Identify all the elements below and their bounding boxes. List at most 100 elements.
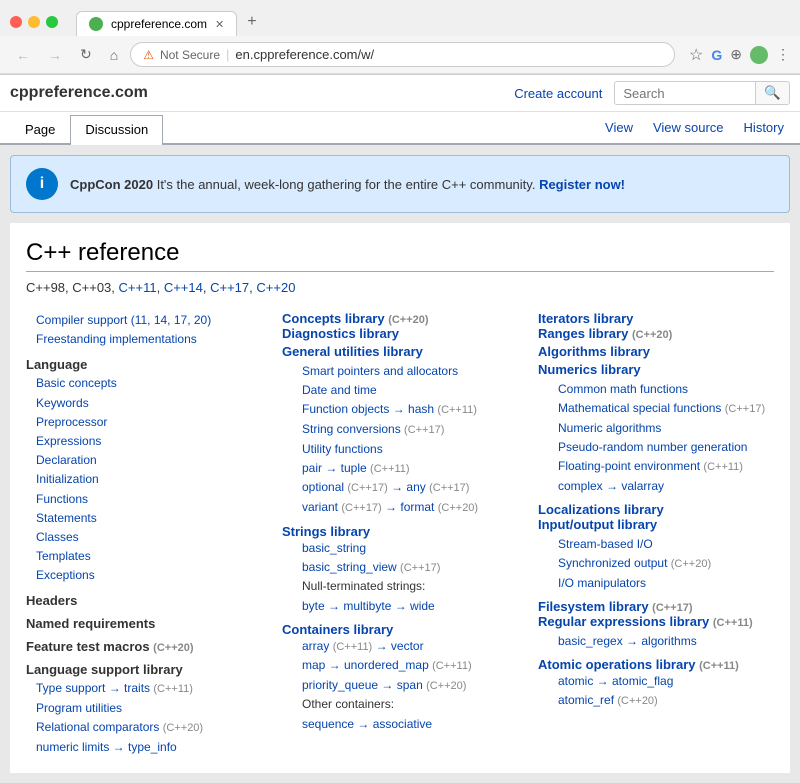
forward-button[interactable]: → (42, 45, 68, 65)
numeric-algo-link[interactable]: Numeric algorithms (558, 421, 661, 435)
tab-close-button[interactable]: ✕ (215, 18, 224, 31)
page-title: C++ reference (26, 239, 774, 272)
common-math-link[interactable]: Common math functions (558, 382, 688, 396)
banner-link[interactable]: Register now! (539, 177, 625, 192)
array-vector-link[interactable]: array (C++11) → vector (302, 639, 424, 653)
exceptions-link[interactable]: Exceptions (36, 568, 95, 582)
new-tab-button[interactable]: + (237, 8, 266, 36)
byte-wide-link[interactable]: byte → multibyte → wide (302, 599, 435, 613)
history-tab[interactable]: History (738, 118, 790, 137)
atomic-flag-link[interactable]: atomic → atomic_flag (558, 674, 673, 688)
string-view-link[interactable]: basic_string_view (C++17) (302, 560, 440, 574)
sync-output-link[interactable]: Synchronized output (C++20) (558, 556, 711, 570)
cpp14-link[interactable]: C++14 (164, 280, 203, 295)
initialization-link[interactable]: Initialization (36, 472, 99, 486)
wiki-logo[interactable]: cppreference.com (10, 84, 148, 102)
ranges-link[interactable]: Ranges library (C++20) (538, 326, 672, 341)
page-tabs: Page Discussion View View source History (0, 112, 800, 145)
basic-regex-link[interactable]: basic_regex → algorithms (558, 634, 697, 648)
ranges-header: Ranges library (C++20) (538, 326, 774, 341)
classes-link[interactable]: Classes (36, 530, 79, 544)
math-special-link[interactable]: Mathematical special functions (C++17) (558, 401, 765, 415)
menu-icon[interactable]: ⋮ (776, 46, 790, 63)
containers-link[interactable]: Containers library (282, 622, 393, 637)
tab-discussion[interactable]: Discussion (70, 115, 163, 145)
pair-tuple-link[interactable]: pair → tuple (C++11) (302, 461, 410, 475)
seq-assoc-link[interactable]: sequence → associative (302, 717, 432, 731)
string-conv-link[interactable]: String conversions (C++17) (302, 422, 444, 436)
numerics-link[interactable]: Numerics library (538, 362, 641, 377)
map-unordered-link[interactable]: map → unordered_map (C++11) (302, 658, 472, 672)
pseudo-random-link[interactable]: Pseudo-random number generation (558, 440, 747, 454)
preprocessor-link[interactable]: Preprocessor (36, 415, 107, 429)
diagnostics-link[interactable]: Diagnostics library (282, 326, 399, 341)
atomic-link[interactable]: Atomic operations library (C++11) (538, 657, 739, 672)
priority-span-link[interactable]: priority_queue → span (C++20) (302, 678, 466, 692)
page-tab-left: Page Discussion (10, 115, 163, 143)
program-util-link[interactable]: Program utilities (36, 701, 122, 715)
numeric-limits-link[interactable]: numeric limits → type_info (36, 740, 177, 754)
optional-any-link[interactable]: optional (C++17) → any (C++17) (302, 480, 469, 494)
basic-concepts-link[interactable]: Basic concepts (36, 376, 117, 390)
banner-title: CppCon 2020 (70, 177, 153, 192)
basic-string-link[interactable]: basic_string (302, 541, 366, 555)
smart-ptrs-link[interactable]: Smart pointers and allocators (302, 364, 458, 378)
io-manip-link[interactable]: I/O manipulators (558, 576, 646, 590)
relational-comp-link[interactable]: Relational comparators (C++20) (36, 720, 203, 734)
maximize-button[interactable] (46, 16, 58, 28)
refresh-button[interactable]: ↻ (74, 44, 98, 65)
minimize-button[interactable] (28, 16, 40, 28)
view-tab[interactable]: View (599, 118, 639, 137)
localizations-link[interactable]: Localizations library (538, 502, 664, 517)
close-button[interactable] (10, 16, 22, 28)
extension-icon[interactable]: ⊕ (730, 46, 742, 63)
search-input[interactable] (615, 83, 755, 104)
filesystem-link[interactable]: Filesystem library (C++17) (538, 599, 693, 614)
create-account-link[interactable]: Create account (514, 86, 602, 101)
back-button[interactable]: ← (10, 45, 36, 65)
cpp11-link[interactable]: C++11 (119, 280, 157, 295)
atomic-header: Atomic operations library (C++11) (538, 657, 774, 672)
declaration-link[interactable]: Declaration (36, 453, 97, 467)
functions-link[interactable]: Functions (36, 492, 88, 506)
fp-env-link[interactable]: Floating-point environment (C++11) (558, 459, 743, 473)
containers-header: Containers library (282, 622, 518, 637)
address-bar[interactable]: ⚠ Not Secure | en.cppreference.com/w/ (130, 42, 675, 67)
wiki-right-nav: Create account 🔍 (514, 81, 790, 105)
main-content: C++ reference C++98, C++03, C++11, C++14… (10, 223, 790, 773)
compiler-support[interactable]: Compiler support (11, 14, 17, 20) (36, 313, 211, 327)
cpp20-link[interactable]: C++20 (256, 280, 295, 295)
google-icon[interactable]: G (711, 47, 722, 63)
utility-funcs-link[interactable]: Utility functions (302, 442, 383, 456)
general-utils-link[interactable]: General utilities library (282, 344, 423, 359)
expressions-link[interactable]: Expressions (36, 434, 101, 448)
other-containers-label: Other containers: (302, 697, 394, 711)
io-link[interactable]: Input/output library (538, 517, 657, 532)
func-objects-link[interactable]: Function objects → hash (C++11) (302, 402, 477, 416)
date-time-link[interactable]: Date and time (302, 383, 377, 397)
cpp17-link[interactable]: C++17 (210, 280, 249, 295)
active-tab[interactable]: cppreference.com ✕ (76, 11, 237, 36)
templates-link[interactable]: Templates (36, 549, 91, 563)
statements-link[interactable]: Statements (36, 511, 97, 525)
regex-link[interactable]: Regular expressions library (C++11) (538, 614, 753, 629)
info-banner: i CppCon 2020 It's the annual, week-long… (10, 155, 790, 213)
stream-io-link[interactable]: Stream-based I/O (558, 537, 653, 551)
type-support-link[interactable]: Type support → traits (C++11) (36, 681, 193, 695)
variant-format-link[interactable]: variant (C++17) → format (C++20) (302, 500, 478, 514)
tab-page[interactable]: Page (10, 115, 70, 143)
bookmark-icon[interactable]: ☆ (689, 45, 703, 65)
home-button[interactable]: ⌂ (104, 45, 124, 65)
localizations-header: Localizations library (538, 502, 774, 517)
search-button[interactable]: 🔍 (755, 82, 789, 104)
atomic-ref-link[interactable]: atomic_ref (C++20) (558, 693, 658, 707)
complex-valarray-link[interactable]: complex → valarray (558, 479, 664, 493)
profile-icon[interactable] (750, 46, 768, 64)
view-source-tab[interactable]: View source (647, 118, 730, 137)
strings-link[interactable]: Strings library (282, 524, 370, 539)
algorithms-link[interactable]: Algorithms library (538, 344, 650, 359)
freestanding[interactable]: Freestanding implementations (36, 332, 197, 346)
iterators-link[interactable]: Iterators library (538, 311, 633, 326)
keywords-link[interactable]: Keywords (36, 396, 89, 410)
concepts-link[interactable]: Concepts library (C++20) (282, 311, 429, 326)
